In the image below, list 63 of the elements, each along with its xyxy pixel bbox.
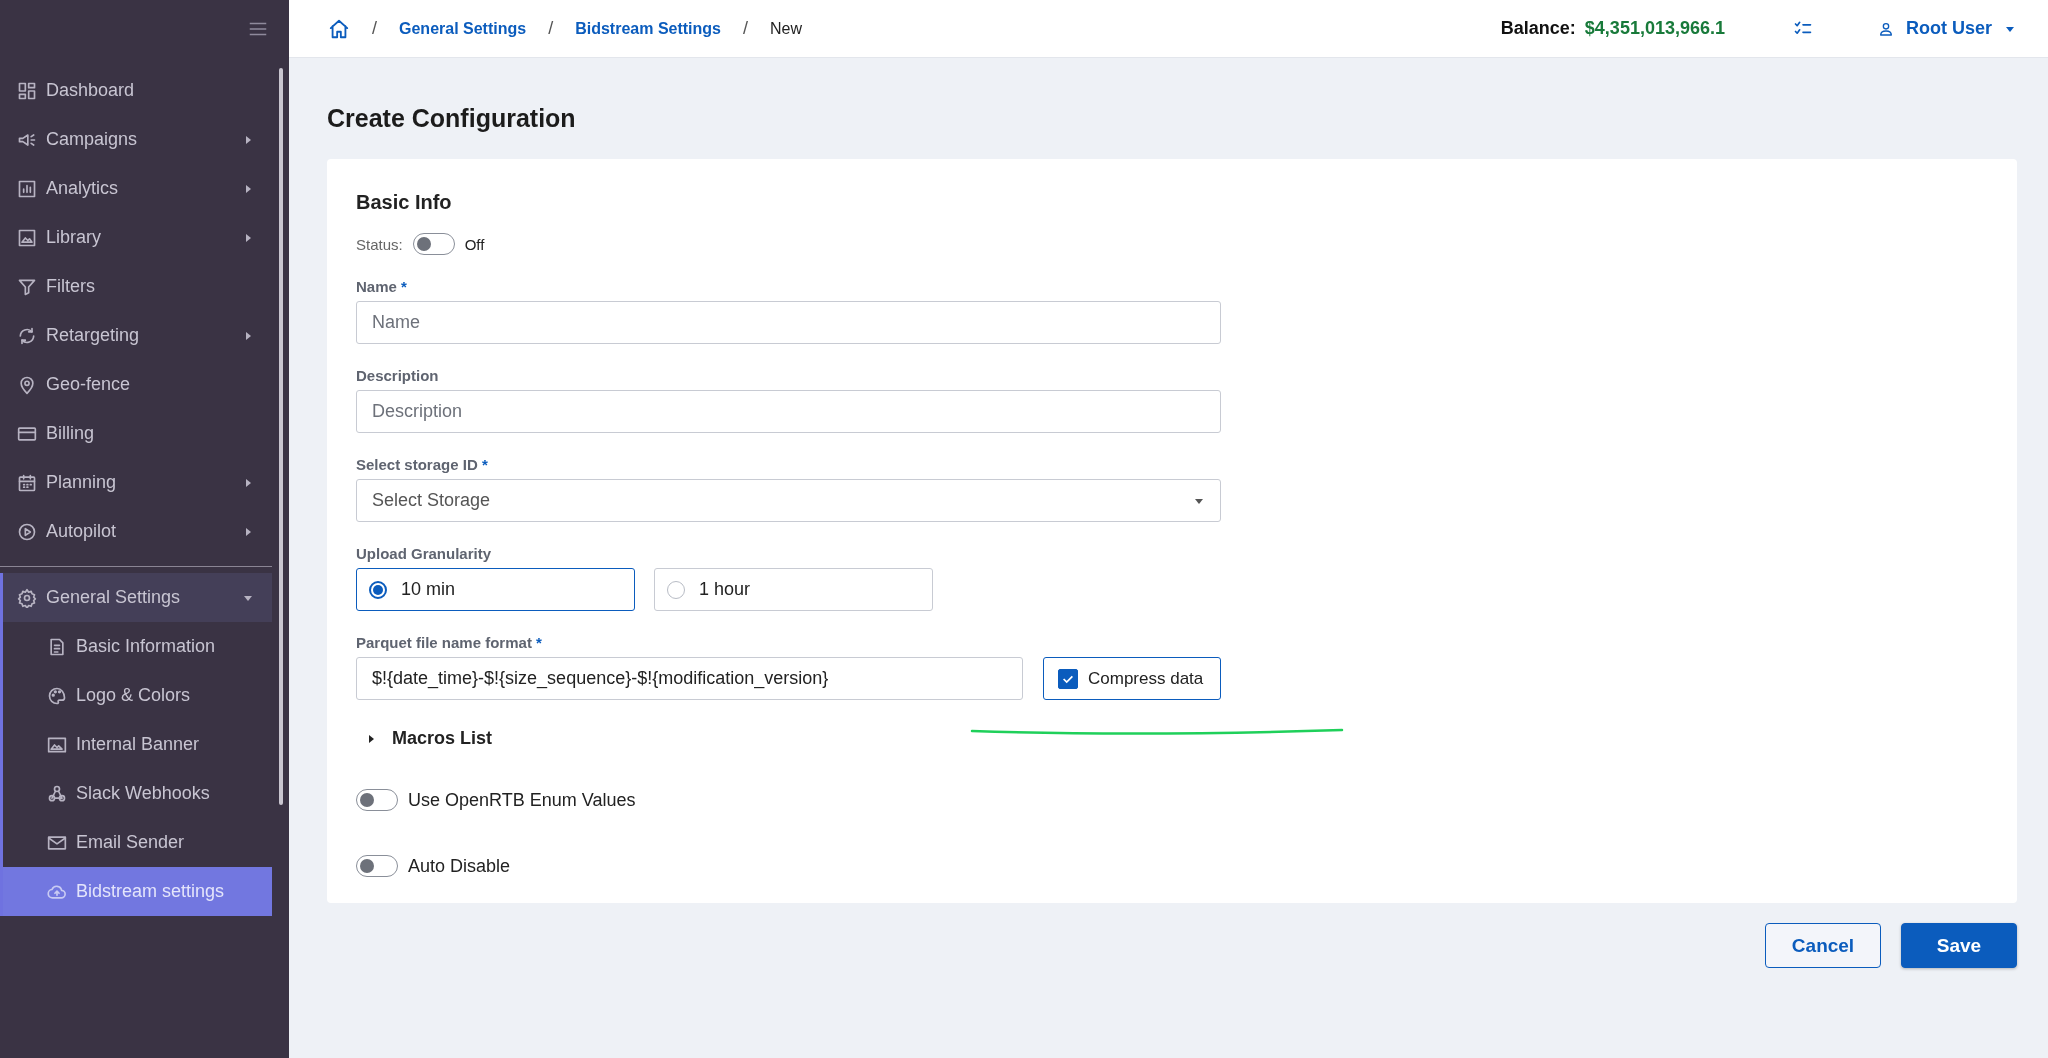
sidebar-item[interactable]: Billing [0,409,272,458]
primary-button[interactable]: Save [1901,923,2017,968]
sidebar-item[interactable]: Analytics [0,164,272,213]
sidebar-item[interactable]: Geo-fence [0,360,272,409]
field-label: Select storage ID * [356,456,488,473]
select-field[interactable]: Select Storage [356,479,1221,522]
status-label: Status: [356,235,403,253]
toggle-label: Auto Disable [408,855,511,877]
palette-icon [47,685,67,706]
field-label: Description [356,367,439,384]
webhook-icon [47,783,67,804]
user-menu[interactable]: Root User [1878,18,2016,39]
breadcrumb-separator: / [372,18,377,39]
field-label: Name * [356,278,407,295]
toggle-switch[interactable] [412,233,455,255]
sidebar-item[interactable]: Library [0,213,272,262]
checkbox[interactable]: Compress data [1043,657,1221,700]
sidebar-item[interactable]: Campaigns [0,115,272,164]
radio-option[interactable]: 10 min [356,568,635,611]
sidebar-item[interactable]: Planning [0,458,272,507]
sidebar-item[interactable]: Retargeting [0,311,272,360]
text-field[interactable]: Name [356,301,1221,344]
sidebar-item[interactable]: General Settings [3,573,272,622]
refresh-icon [17,325,37,346]
balance-label: Balance: [1500,18,1576,39]
field-label: Upload Granularity [356,545,492,562]
breadcrumb-link[interactable]: Bidstream Settings [575,19,721,38]
radio-option[interactable]: 1 hour [654,568,933,611]
map-pin-icon [17,374,37,395]
section-title: Basic Info [356,191,453,214]
breadcrumb-separator: / [743,18,748,39]
toggle-switch[interactable] [356,855,398,877]
sidebar-item[interactable]: Autopilot [0,507,272,556]
home-icon [328,17,350,40]
sidebar-subitem[interactable]: Slack Webhooks [3,769,272,818]
sidebar-subitem[interactable]: Basic Information [3,622,272,671]
page-title: Create Configuration [327,104,577,133]
field-label: Parquet file name format * [356,634,542,651]
play-circle-icon [17,521,37,542]
person-icon [1878,20,1894,37]
breadcrumb-separator: / [548,18,554,39]
toggle-label: Use OpenRTB Enum Values [408,789,636,811]
text-field[interactable]: Description [356,390,1221,433]
breadcrumb-current: New [770,19,803,38]
sidebar-item[interactable]: Dashboard [0,66,272,115]
calendar-icon [17,472,37,493]
balance-value: $4,351,013,966.1 [1584,18,1725,39]
document-icon [47,636,67,657]
macros-toggle[interactable]: Macros List [366,728,493,749]
bar-chart-icon [17,178,37,199]
dashboard-icon [17,80,37,101]
settings-icon [17,587,37,608]
breadcrumb-link[interactable]: General Settings [399,19,527,38]
sidebar-item[interactable]: Filters [0,262,272,311]
status-text: Off [464,235,485,253]
text-field[interactable]: $!{date_time}-$!{size_sequence}-$!{modification_version} [356,657,1023,700]
sidebar-subitem[interactable]: Email Sender [3,818,272,867]
secondary-button[interactable]: Cancel [1765,923,1881,968]
image-icon [17,227,37,248]
sidebar-subitem[interactable]: Internal Banner [3,720,272,769]
toggle-switch[interactable] [356,789,398,811]
scrollbar[interactable] [279,68,283,805]
sidebar-subitem[interactable]: Logo & Colors [3,671,272,720]
